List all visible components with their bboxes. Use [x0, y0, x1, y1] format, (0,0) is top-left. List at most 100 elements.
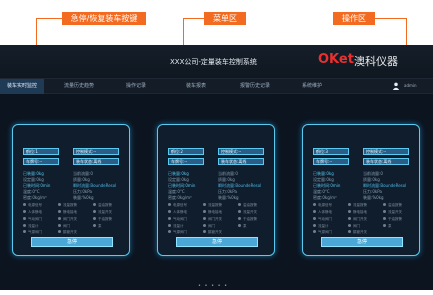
indicator-light — [23, 217, 26, 220]
indicator-light — [168, 224, 171, 227]
indicator-label: 阀门 — [353, 224, 360, 228]
stat-volume: 装量:%0kg — [73, 195, 94, 200]
indicator-label: 阀门 — [63, 224, 70, 228]
stat-density: 密度:0kg/m³ — [23, 195, 47, 200]
indicator-label: 电源信号 — [318, 203, 332, 207]
indicator-label: 溢油报警 — [388, 203, 402, 207]
emergency-leader-h — [36, 18, 62, 19]
indicator-light — [93, 203, 96, 206]
indicator-light — [238, 224, 241, 227]
indicator-label: 流量报警 — [63, 203, 77, 207]
indicator-light — [348, 224, 351, 227]
plate-number-field: 车牌号:-- — [23, 158, 59, 165]
indicator-light — [238, 203, 241, 206]
indicator-light — [313, 203, 316, 206]
indicator-label: 流量计 — [318, 224, 329, 228]
indicator-label: 鹤管开关 — [208, 230, 222, 234]
menu-callout: 菜单区 — [204, 12, 246, 25]
indicator-label: 气动阀门 — [173, 217, 187, 221]
indicator-label: 流量计 — [28, 224, 39, 228]
bay-number-field: 鹤位:1 — [23, 148, 59, 155]
indicator-light — [58, 217, 61, 220]
indicator-light — [383, 203, 386, 206]
user-label[interactable]: admin — [404, 83, 417, 88]
indicator-label: 气动阀门 — [318, 217, 332, 221]
indicator-label: 流量开关 — [98, 210, 112, 214]
indicator-light — [348, 230, 351, 233]
indicator-label: 阀门开关 — [208, 217, 222, 221]
indicator-label: 鹤管开关 — [353, 230, 367, 234]
indicator-label: 流量计 — [173, 224, 184, 228]
tab-realtime-monitor[interactable]: 装车实时监控 — [0, 79, 44, 94]
indicator-label: 泵 — [388, 224, 392, 228]
indicator-label: 阀门开关 — [353, 217, 367, 221]
page-indicator[interactable]: • • • • • — [198, 283, 228, 289]
tab-alarm-history[interactable]: 报警历史记录 — [240, 82, 270, 89]
indicator-light — [93, 224, 96, 227]
indicator-label: 阀门 — [208, 224, 215, 228]
indicator-light — [348, 203, 351, 206]
indicator-label: 电源信号 — [173, 203, 187, 207]
control-mode-field: 控制模式:-- — [73, 148, 119, 155]
indicator-label: 人体静电 — [318, 210, 332, 214]
indicator-label: 阀门开关 — [63, 217, 77, 221]
indicator-light — [203, 217, 206, 220]
brand-logo: OKet — [318, 52, 354, 67]
indicator-label: 流量报警 — [353, 203, 367, 207]
indicator-label: 溢油报警 — [98, 203, 112, 207]
emergency-stop-button[interactable]: 急停 — [176, 237, 258, 247]
indicator-light — [238, 217, 241, 220]
app-title: XXX公司-定量装车控制系统 — [170, 58, 257, 66]
indicator-light — [23, 230, 26, 233]
emergency-stop-button[interactable]: 急停 — [321, 237, 403, 247]
indicator-light — [23, 203, 26, 206]
indicator-label: 人体静电 — [173, 210, 187, 214]
indicator-light — [313, 210, 316, 213]
loading-status-field: 装车状态:离线 — [363, 158, 409, 165]
indicator-label: 气动阀门 — [28, 217, 42, 221]
control-mode-field: 控制模式:-- — [363, 148, 409, 155]
plate-number-field: 车牌号:-- — [313, 158, 349, 165]
stat-volume: 装量:%0kg — [218, 195, 239, 200]
bay-number-field: 鹤位:2 — [168, 148, 204, 155]
indicator-light — [313, 217, 316, 220]
tab-flow-history[interactable]: 流量历史趋势 — [64, 82, 94, 89]
indicator-label: 溢油报警 — [243, 203, 257, 207]
indicator-label: 静电接地 — [63, 210, 77, 214]
indicator-light — [348, 217, 351, 220]
indicator-light — [168, 203, 171, 206]
indicator-light — [58, 210, 61, 213]
indicator-label: 泵 — [98, 224, 102, 228]
indicator-label: 气源阀门 — [28, 230, 42, 234]
indicator-light — [203, 210, 206, 213]
indicator-light — [383, 210, 386, 213]
loading-bay-panel-1: 鹤位:1 控制模式:-- 车牌号:-- 装车状态:离线 已装量:0kg 当前流量… — [12, 124, 130, 256]
indicator-light — [168, 230, 171, 233]
loading-bay-panel-2: 鹤位:2 控制模式:-- 车牌号:-- 装车状态:离线 已装量:0kg 当前流量… — [157, 124, 275, 256]
tab-system-maintenance[interactable]: 系统维护 — [302, 82, 322, 89]
user-icon[interactable] — [392, 82, 400, 90]
indicator-light — [383, 217, 386, 220]
tab-loading-report[interactable]: 装车报表 — [186, 82, 206, 89]
indicator-light — [203, 203, 206, 206]
indicator-label: 流量报警 — [208, 203, 222, 207]
indicator-label: 静电接地 — [208, 210, 222, 214]
indicator-light — [203, 224, 206, 227]
menu-leader-h — [183, 18, 204, 19]
tab-operation-log[interactable]: 操作记录 — [126, 82, 146, 89]
indicator-label: 静电接地 — [353, 210, 367, 214]
loading-status-field: 装车状态:离线 — [73, 158, 119, 165]
indicator-light — [313, 230, 316, 233]
loading-bay-panel-3: 鹤位:3 控制模式:-- 车牌号:-- 装车状态:离线 已装量:0kg 当前流量… — [302, 124, 420, 256]
indicator-label: 干油报警 — [243, 217, 257, 221]
app-window: XXX公司-定量装车控制系统 OKet 澳科仪器 装车实时监控 流量历史趋势 操… — [0, 45, 433, 290]
indicator-label: 鹤管开关 — [63, 230, 77, 234]
emergency-stop-button[interactable]: 急停 — [31, 237, 113, 247]
stat-density: 密度:0kg/m³ — [313, 195, 337, 200]
stat-volume: 装量:%0kg — [363, 195, 384, 200]
indicator-label: 人体静电 — [28, 210, 42, 214]
menu-bar: 装车实时监控 流量历史趋势 操作记录 装车报表 报警历史记录 系统维护 admi… — [0, 78, 433, 94]
indicator-label: 气源阀门 — [318, 230, 332, 234]
stat-density: 密度:0kg/m³ — [168, 195, 192, 200]
indicator-light — [168, 217, 171, 220]
